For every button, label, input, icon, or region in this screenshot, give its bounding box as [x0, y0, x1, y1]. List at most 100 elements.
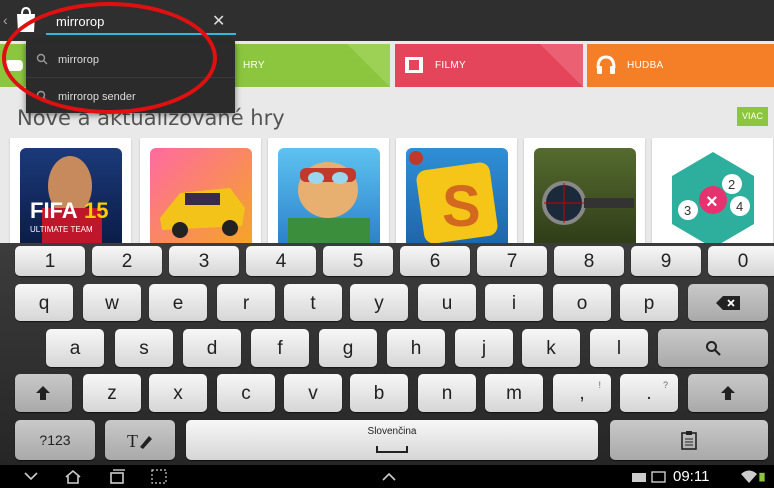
key-label: x: [173, 383, 183, 404]
key-3[interactable]: 3: [169, 246, 239, 276]
battery-icon: [759, 472, 765, 482]
key-l[interactable]: l: [590, 329, 648, 367]
key-label: c: [241, 383, 251, 404]
key-p[interactable]: p: [620, 284, 678, 321]
key-q[interactable]: q: [15, 284, 73, 321]
handwriting-icon: T: [127, 431, 152, 450]
gallery-status-icon: [651, 471, 666, 483]
tab-music-label: HUDBA: [627, 60, 664, 71]
key-n[interactable]: n: [418, 374, 476, 412]
key-w[interactable]: w: [83, 284, 141, 321]
key-y[interactable]: y: [350, 284, 408, 321]
key-z[interactable]: z: [83, 374, 141, 412]
key-c[interactable]: c: [217, 374, 275, 412]
racing-car-icon: [150, 148, 252, 243]
key-2[interactable]: 2: [92, 246, 162, 276]
key-sub-label: !: [598, 380, 601, 390]
shift-key-right[interactable]: [688, 374, 768, 412]
app-card-sniper[interactable]: [524, 138, 645, 243]
key-u[interactable]: u: [418, 284, 476, 321]
shift-icon: [36, 386, 50, 400]
app-card-kart[interactable]: [268, 138, 389, 243]
screenshot-icon[interactable]: [150, 468, 168, 485]
key-s[interactable]: s: [115, 329, 173, 367]
key-label: k: [546, 338, 556, 359]
key-7[interactable]: 7: [477, 246, 547, 276]
key-j[interactable]: j: [455, 329, 513, 367]
key-f[interactable]: f: [251, 329, 309, 367]
key-label: d: [206, 338, 218, 359]
key-x[interactable]: x: [149, 374, 207, 412]
svg-text:3: 3: [684, 203, 691, 218]
svg-text:T: T: [127, 431, 138, 450]
close-icon[interactable]: ✕: [212, 11, 225, 31]
headphones-icon: [596, 55, 616, 74]
svg-text:2: 2: [728, 177, 735, 192]
symbols-key[interactable]: ?123: [15, 420, 95, 460]
key-label: o: [576, 293, 588, 314]
sniper-icon: [534, 148, 636, 243]
chevron-up-icon[interactable]: [380, 468, 398, 485]
clipboard-key[interactable]: [610, 420, 768, 460]
key-e[interactable]: e: [149, 284, 207, 321]
key-8[interactable]: 8: [554, 246, 624, 276]
key-k[interactable]: k: [522, 329, 580, 367]
tab-movies-label: FILMY: [435, 60, 466, 71]
app-card-racing[interactable]: [140, 138, 261, 243]
key-a[interactable]: a: [46, 329, 104, 367]
backspace-icon: [716, 296, 740, 310]
key-m[interactable]: m: [485, 374, 543, 412]
key-label: 2: [121, 251, 133, 272]
key-,[interactable]: ,!: [553, 374, 611, 412]
key-9[interactable]: 9: [631, 246, 701, 276]
key-i[interactable]: i: [485, 284, 543, 321]
more-button[interactable]: VIAC: [737, 107, 768, 126]
key-g[interactable]: g: [319, 329, 377, 367]
tab-fold: [347, 44, 390, 87]
key-label: 9: [660, 251, 672, 272]
app-card-fifa[interactable]: FIFA 15 ULTIMATE TEAM: [10, 138, 131, 243]
red-annotation-circle: [2, 2, 217, 114]
key-4[interactable]: 4: [246, 246, 316, 276]
key-label: r: [242, 293, 250, 314]
key-.[interactable]: .?: [620, 374, 678, 412]
home-icon[interactable]: [64, 468, 82, 485]
key-o[interactable]: o: [553, 284, 611, 321]
key-h[interactable]: h: [387, 329, 445, 367]
key-b[interactable]: b: [350, 374, 408, 412]
hide-keyboard-icon[interactable]: [22, 468, 40, 485]
key-v[interactable]: v: [284, 374, 342, 412]
key-5[interactable]: 5: [323, 246, 393, 276]
backspace-key[interactable]: [688, 284, 768, 321]
svg-text:S: S: [442, 174, 481, 239]
handwriting-key[interactable]: T: [105, 420, 175, 460]
system-nav-bar: 09:11: [0, 465, 774, 488]
tab-music[interactable]: HUDBA: [587, 44, 774, 87]
key-label: 6: [429, 251, 441, 272]
search-key[interactable]: [658, 329, 768, 367]
svg-text:15: 15: [84, 198, 108, 223]
key-r[interactable]: r: [217, 284, 275, 321]
key-label: h: [410, 338, 422, 359]
recent-apps-icon[interactable]: [108, 468, 126, 485]
app-card-scramble[interactable]: S: [396, 138, 517, 243]
key-label: a: [69, 338, 81, 359]
app-card-math[interactable]: × 2 4 3: [652, 138, 773, 243]
key-6[interactable]: 6: [400, 246, 470, 276]
back-caret-icon[interactable]: ‹: [3, 12, 8, 28]
key-label: j: [481, 338, 487, 359]
key-label: .: [646, 383, 652, 404]
key-label: 0: [737, 251, 749, 272]
key-d[interactable]: d: [183, 329, 241, 367]
math-puzzle-icon: × 2 4 3: [662, 148, 764, 243]
keyboard-status-icon: [632, 473, 646, 482]
key-1[interactable]: 1: [15, 246, 85, 276]
shift-key-left[interactable]: [15, 374, 72, 412]
key-label: f: [277, 338, 283, 359]
space-key[interactable]: Slovenčina: [186, 420, 598, 460]
svg-text:×: ×: [706, 191, 718, 213]
key-t[interactable]: t: [284, 284, 342, 321]
key-0[interactable]: 0: [708, 246, 774, 276]
key-label: ?123: [39, 432, 71, 448]
tab-movies[interactable]: FILMY: [395, 44, 583, 87]
